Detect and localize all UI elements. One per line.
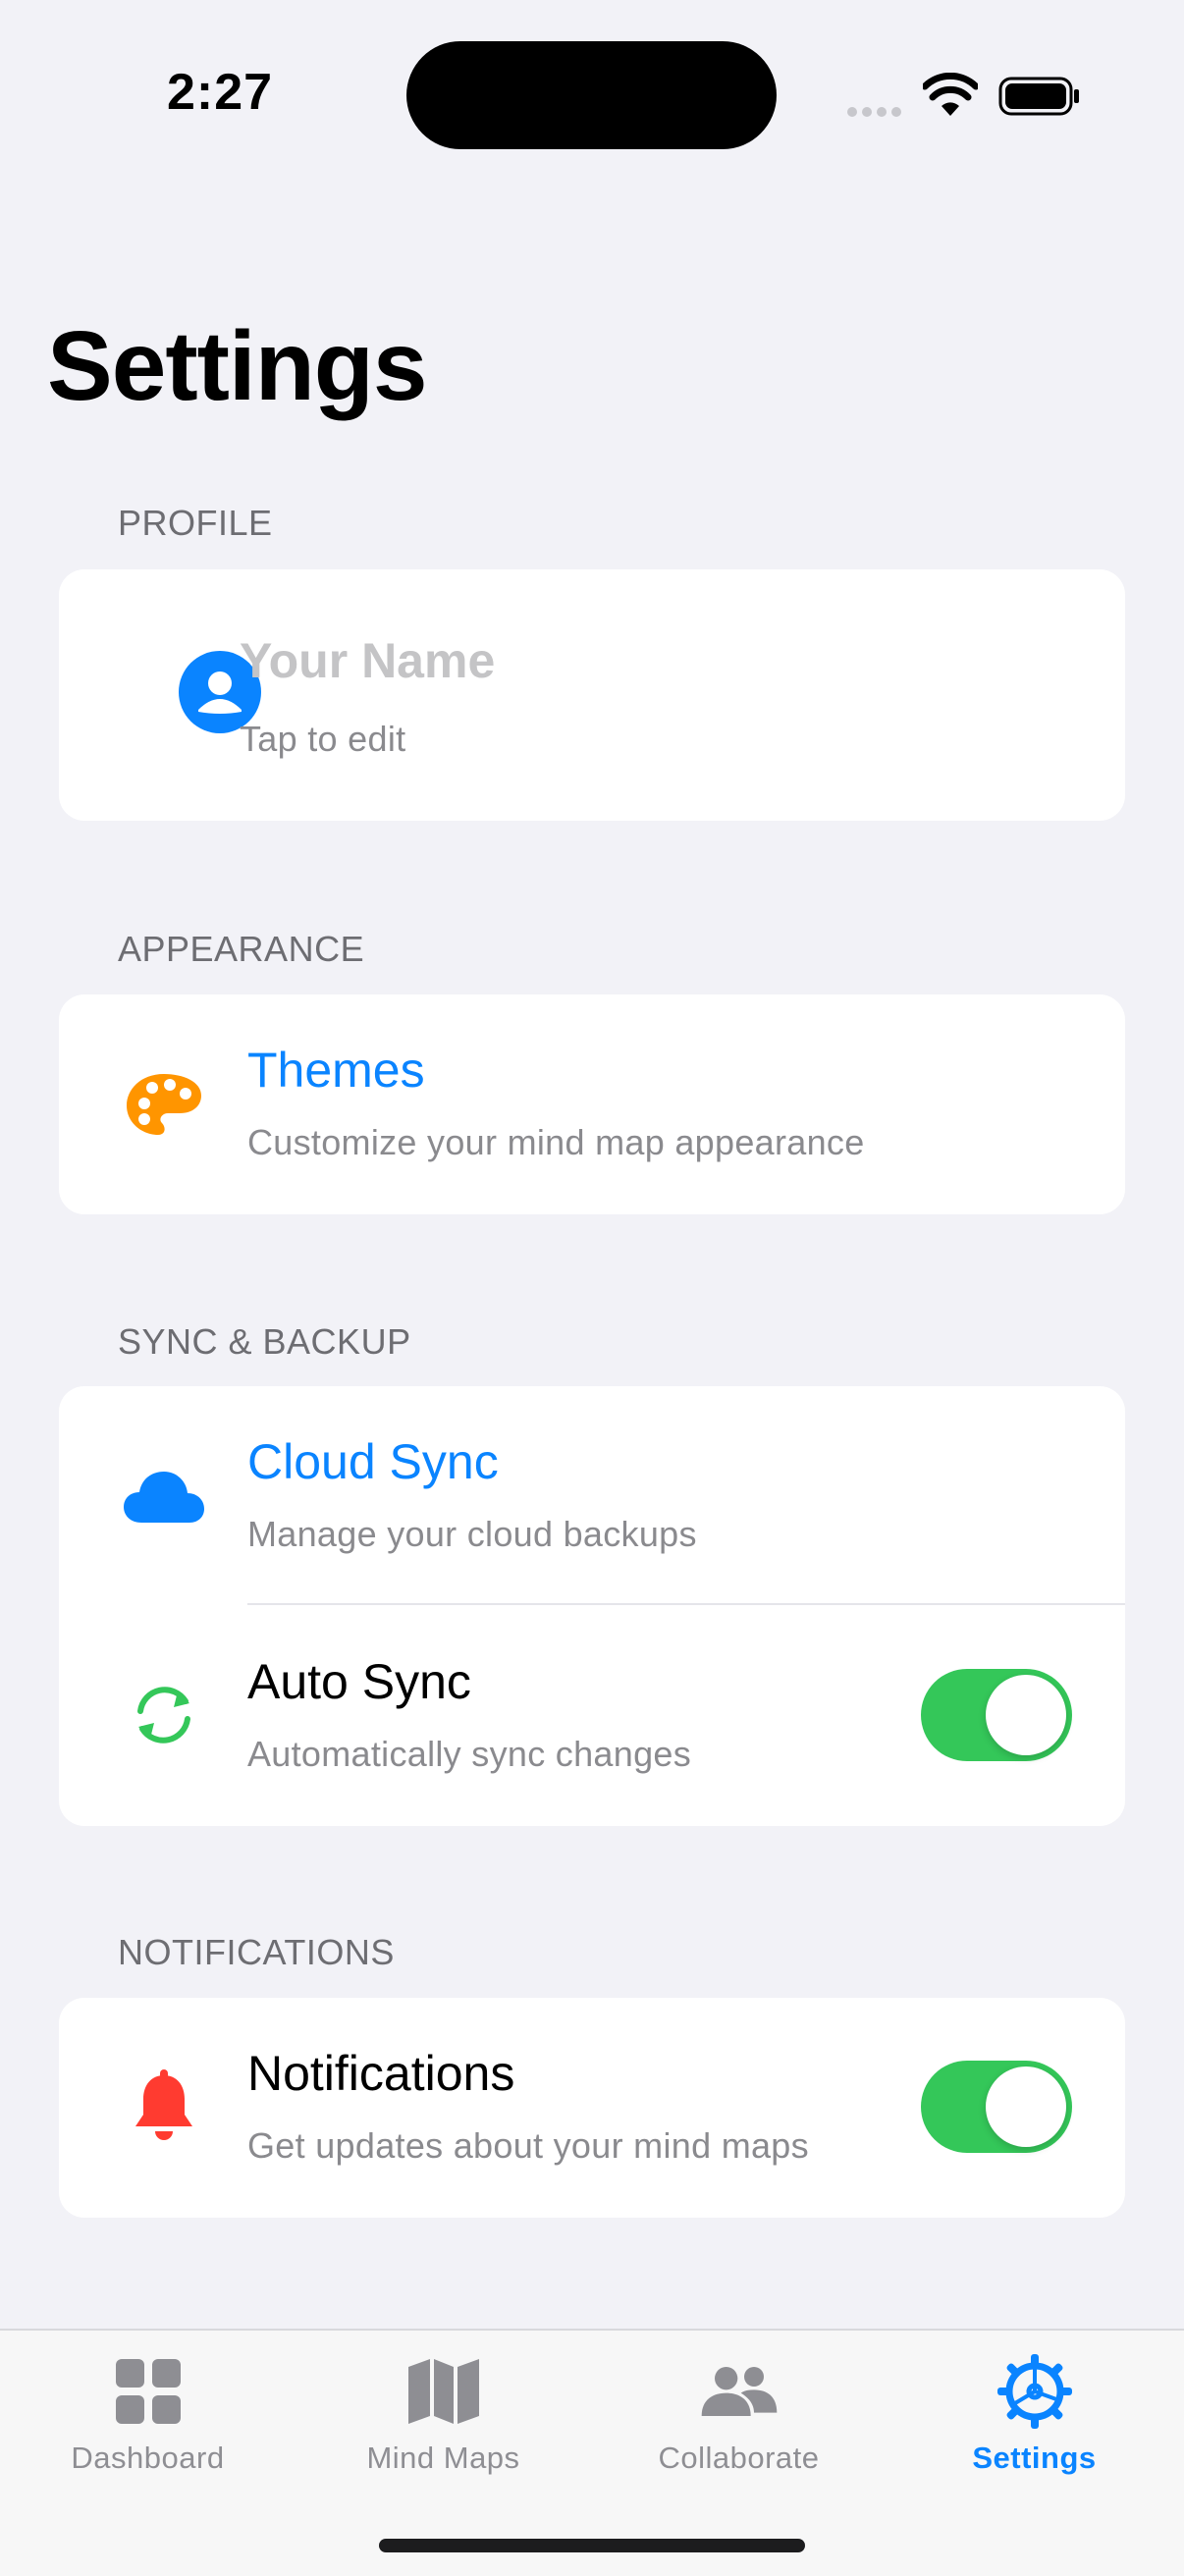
profile-card[interactable]: Your Name Tap to edit: [59, 569, 1125, 821]
cellular-signal-icon: [847, 104, 906, 122]
gear-icon: [996, 2352, 1074, 2431]
page-title: Settings: [47, 311, 427, 421]
notifications-subtitle: Get updates about your mind maps: [247, 2125, 809, 2166]
row-divider: [247, 1603, 1125, 1605]
auto-sync-title: Auto Sync: [247, 1654, 471, 1709]
tab-label: Mind Maps: [366, 2441, 520, 2475]
home-indicator: [379, 2539, 805, 2552]
people-icon: [700, 2352, 779, 2431]
tab-label: Dashboard: [71, 2441, 225, 2475]
tab-settings[interactable]: Settings: [887, 2331, 1182, 2497]
battery-icon: [998, 77, 1079, 116]
status-time: 2:27: [167, 64, 274, 121]
cloud-sync-row[interactable]: Cloud Sync Manage your cloud backups: [59, 1386, 1125, 1604]
cloud-sync-subtitle: Manage your cloud backups: [247, 1514, 697, 1554]
themes-row[interactable]: Themes Customize your mind map appearanc…: [59, 994, 1125, 1214]
map-icon: [404, 2352, 483, 2431]
cloud-sync-title: Cloud Sync: [247, 1434, 499, 1489]
sync-arrows-icon: [120, 1671, 208, 1759]
section-header-appearance: APPEARANCE: [118, 929, 365, 969]
dynamic-island: [406, 41, 777, 149]
tab-dashboard[interactable]: Dashboard: [0, 2331, 296, 2497]
tab-label: Settings: [972, 2441, 1097, 2475]
notifications-row: Notifications Get updates about your min…: [59, 1998, 1125, 2218]
section-header-profile: PROFILE: [118, 503, 273, 543]
toggle-knob: [986, 1675, 1066, 1755]
themes-subtitle: Customize your mind map appearance: [247, 1122, 865, 1162]
tab-label: Collaborate: [658, 2441, 820, 2475]
notifications-card: Notifications Get updates about your min…: [59, 1998, 1125, 2218]
notifications-toggle[interactable]: [921, 2061, 1072, 2153]
notifications-title: Notifications: [247, 2046, 515, 2101]
dashboard-grid-icon: [109, 2352, 188, 2431]
bell-icon: [120, 2063, 208, 2151]
toggle-knob: [986, 2066, 1066, 2147]
section-header-sync: SYNC & BACKUP: [118, 1321, 411, 1362]
section-header-notifications: NOTIFICATIONS: [118, 1932, 395, 1972]
auto-sync-row: Auto Sync Automatically sync changes: [59, 1606, 1125, 1826]
profile-edit-hint: Tap to edit: [240, 719, 406, 759]
profile-name-input[interactable]: Your Name: [240, 632, 495, 689]
palette-icon: [120, 1060, 208, 1149]
wifi-icon: [923, 73, 978, 116]
auto-sync-subtitle: Automatically sync changes: [247, 1734, 692, 1774]
tab-mind-maps[interactable]: Mind Maps: [296, 2331, 591, 2497]
themes-title: Themes: [247, 1043, 425, 1098]
appearance-card: Themes Customize your mind map appearanc…: [59, 994, 1125, 1214]
cloud-icon: [120, 1451, 208, 1539]
sync-card: Cloud Sync Manage your cloud backups Aut…: [59, 1386, 1125, 1826]
auto-sync-toggle[interactable]: [921, 1669, 1072, 1761]
tab-collaborate[interactable]: Collaborate: [591, 2331, 887, 2497]
